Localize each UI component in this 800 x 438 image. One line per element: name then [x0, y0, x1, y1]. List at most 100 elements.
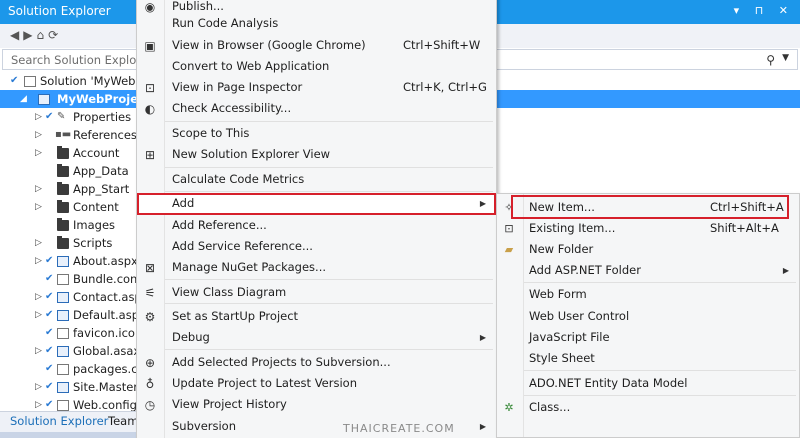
menu-item-calculate-code-metrics[interactable]: Calculate Code Metrics [137, 169, 496, 190]
tree-item-label: Properties [73, 110, 132, 124]
submenu-separator [524, 370, 796, 371]
submenu-item-label: Style Sheet [529, 351, 595, 365]
config-file-icon [57, 400, 69, 411]
menu-item-shortcut: Ctrl+K, Ctrl+G [403, 80, 487, 94]
search-placeholder: Search Solution Explorer [11, 53, 153, 67]
menu-item-label: Convert to Web Application [172, 59, 330, 73]
existing-item-icon: ⊡ [504, 222, 514, 235]
check-icon: ✔ [45, 363, 54, 374]
check-icon: ✔ [45, 291, 54, 302]
page-inspector-icon: ⊡ [144, 81, 156, 95]
submenu-separator [524, 282, 796, 283]
menu-item-add-reference[interactable]: Add Reference... [137, 215, 496, 236]
chevron-down-icon[interactable]: ▼ [782, 53, 789, 63]
menu-item-update-project[interactable]: ♁ Update Project to Latest Version [137, 373, 496, 394]
collapsed-arrow-icon[interactable]: ▷ [35, 306, 42, 324]
check-icon: ✔ [45, 255, 54, 266]
tree-item-label: Account [73, 146, 120, 160]
new-folder-icon: ▰ [504, 243, 514, 256]
tab-solution-explorer[interactable]: Solution Explorer [10, 414, 108, 428]
check-icon: ✔ [45, 327, 54, 338]
tree-item-label: Global.asax [73, 344, 141, 358]
tree-item-label: App_Data [73, 164, 129, 178]
tree-item-label: favicon.ico [73, 326, 135, 340]
submenu-item-ado-net-entity[interactable]: ADO.NET Entity Data Model [497, 373, 799, 394]
submenu-item-label: ADO.NET Entity Data Model [529, 376, 688, 390]
collapsed-arrow-icon[interactable]: ▷ [35, 252, 42, 270]
menu-item-set-as-startup[interactable]: ⚙ Set as StartUp Project [137, 306, 496, 327]
collapsed-arrow-icon[interactable]: ▷ [35, 234, 42, 252]
submenu-item-web-user-control[interactable]: Web User Control [497, 306, 799, 327]
menu-item-new-solution-explorer-view[interactable]: ⊞ New Solution Explorer View [137, 144, 496, 165]
add-submenu: ✧ New Item... Ctrl+Shift+A ⊡ Existing It… [496, 193, 800, 438]
expanded-arrow-icon[interactable]: ◢ [20, 90, 27, 108]
menu-item-view-project-history[interactable]: ◷ View Project History [137, 394, 496, 415]
collapsed-arrow-icon[interactable]: ▷ [35, 198, 42, 216]
menu-item-check-accessibility[interactable]: ◐ Check Accessibility... [137, 98, 496, 119]
menu-item-add-to-subversion[interactable]: ⊕ Add Selected Projects to Subversion... [137, 352, 496, 373]
menu-item-convert-to-web-app[interactable]: Convert to Web Application [137, 56, 496, 77]
tree-item-label: Images [73, 218, 116, 232]
collapsed-arrow-icon[interactable]: ▷ [35, 126, 42, 144]
menu-item-label: Check Accessibility... [172, 101, 292, 115]
submenu-item-web-form[interactable]: Web Form [497, 284, 799, 305]
menu-item-view-in-browser[interactable]: ▣ View in Browser (Google Chrome) Ctrl+S… [137, 35, 496, 56]
tree-item-label: App_Start [73, 182, 130, 196]
menu-item-label: View Class Diagram [172, 285, 287, 299]
tree-item-label: Solution 'MyWebPr [40, 74, 147, 88]
collapsed-arrow-icon[interactable]: ▷ [35, 288, 42, 306]
menu-item-debug[interactable]: Debug ▶ [137, 327, 496, 348]
menu-item-label: Add Reference... [172, 218, 267, 232]
publish-icon: ◉ [144, 0, 156, 14]
menu-item-manage-nuget[interactable]: ⊠ Manage NuGet Packages... [137, 257, 496, 278]
tree-item-label: References [73, 128, 137, 142]
panel-title: Solution Explorer [8, 4, 111, 18]
folder-icon [57, 200, 69, 213]
menu-item-view-in-page-inspector[interactable]: ⊡ View in Page Inspector Ctrl+K, Ctrl+G [137, 77, 496, 98]
menu-item-view-class-diagram[interactable]: ⚟ View Class Diagram [137, 282, 496, 303]
web-form-icon [57, 256, 69, 267]
menu-item-label: Subversion [172, 419, 237, 433]
submenu-item-existing-item[interactable]: ⊡ Existing Item... Shift+Alt+A [497, 218, 799, 239]
submenu-arrow-icon: ▶ [782, 266, 789, 275]
check-icon: ✔ [45, 111, 54, 122]
solution-explorer-view-icon: ⊞ [144, 148, 156, 162]
global-file-icon [57, 346, 69, 357]
collapsed-arrow-icon[interactable]: ▷ [35, 342, 42, 360]
check-icon: ✔ [45, 381, 54, 392]
menu-item-label: Run Code Analysis [172, 16, 279, 30]
home-icon[interactable]: ⌂ [36, 28, 48, 42]
submenu-item-style-sheet[interactable]: Style Sheet [497, 348, 799, 369]
menu-item-label: New Solution Explorer View [172, 147, 331, 161]
submenu-item-javascript-file[interactable]: JavaScript File [497, 327, 799, 348]
class-diagram-icon: ⚟ [144, 286, 156, 300]
config-file-icon [57, 364, 69, 375]
menu-separator [165, 191, 493, 192]
collapsed-arrow-icon[interactable]: ▷ [35, 180, 42, 198]
menu-item-add-service-reference[interactable]: Add Service Reference... [137, 236, 496, 257]
sync-icon[interactable]: ⟳ [48, 28, 62, 42]
submenu-item-label: Add ASP.NET Folder [529, 263, 641, 277]
search-icon[interactable]: ⚲ [766, 53, 775, 67]
watermark: THAICREATE.COM [343, 422, 455, 435]
tree-item-label: packages.co [73, 362, 145, 376]
submenu-item-new-folder[interactable]: ▰ New Folder [497, 239, 799, 260]
collapsed-arrow-icon[interactable]: ▷ [35, 144, 42, 162]
submenu-item-class[interactable]: ✲ Class... [497, 397, 799, 418]
panel-window-buttons[interactable]: ▾ ⊓ ✕ [734, 4, 794, 17]
check-icon: ✔ [10, 75, 19, 86]
back-icon[interactable]: ◀ [10, 28, 23, 42]
tab-team[interactable]: Team [108, 414, 138, 428]
check-icon: ✔ [45, 309, 54, 320]
update-icon: ♁ [145, 377, 155, 391]
menu-item-label: Add Service Reference... [172, 239, 313, 253]
forward-icon[interactable]: ▶ [23, 28, 36, 42]
master-page-icon [57, 382, 69, 393]
tree-item-label: Bundle.conf [73, 272, 142, 286]
menu-item-scope-to-this[interactable]: Scope to This [137, 123, 496, 144]
menu-item-run-code-analysis[interactable]: Run Code Analysis [137, 13, 496, 34]
menu-item-label: Scope to This [172, 126, 250, 140]
submenu-item-add-aspnet-folder[interactable]: Add ASP.NET Folder ▶ [497, 260, 799, 281]
collapsed-arrow-icon[interactable]: ▷ [35, 108, 42, 126]
collapsed-arrow-icon[interactable]: ▷ [35, 378, 42, 396]
